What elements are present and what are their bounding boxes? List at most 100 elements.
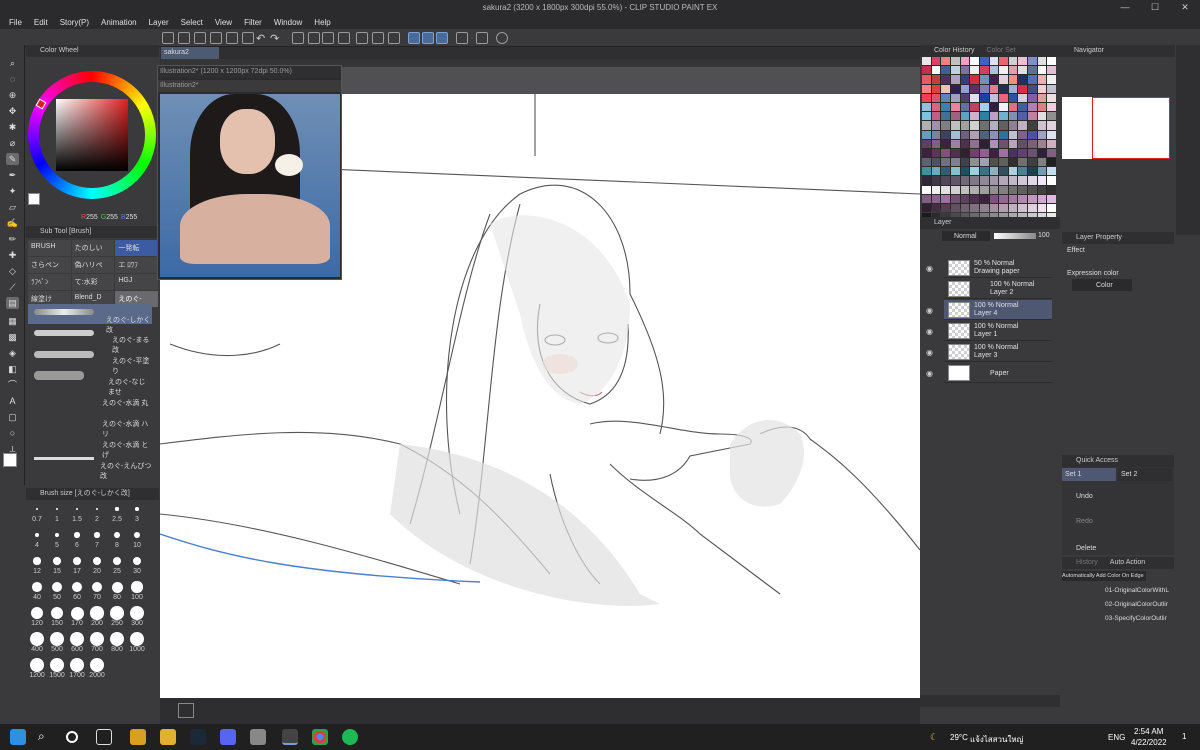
color-swatch[interactable] [1018, 148, 1028, 158]
color-swatch[interactable] [931, 130, 941, 139]
color-swatch[interactable] [950, 185, 960, 194]
color-swatch[interactable] [1037, 84, 1047, 93]
brush-icon[interactable]: ✎ [6, 153, 19, 165]
color-swatch[interactable] [1018, 204, 1028, 213]
color-swatch[interactable] [941, 84, 950, 93]
blend-icon[interactable]: ✍ [6, 217, 19, 229]
color-swatch[interactable] [1008, 194, 1018, 203]
color-swatch[interactable] [970, 148, 979, 158]
color-swatch[interactable] [1037, 158, 1047, 167]
color-swatch[interactable] [1047, 75, 1056, 84]
select-icon[interactable]: ⊕ [6, 89, 19, 101]
color-swatch[interactable] [989, 66, 999, 75]
menu-story[interactable]: Story(P) [60, 18, 89, 27]
color-swatch[interactable] [970, 102, 979, 112]
color-swatch[interactable] [979, 93, 989, 102]
color-swatch[interactable] [950, 57, 960, 66]
color-swatch[interactable] [1028, 176, 1037, 185]
tab-tanoshii[interactable]: たのしい [71, 240, 115, 256]
color-swatch[interactable] [979, 204, 989, 213]
color-swatch[interactable] [999, 84, 1008, 93]
color-swatch[interactable] [970, 112, 979, 121]
color-swatch[interactable] [941, 158, 950, 167]
airbrush-icon[interactable]: ✦ [6, 185, 19, 197]
eye-icon[interactable]: ◉ [926, 264, 936, 273]
action-item[interactable]: 02-OriginalColorOutlir [1105, 601, 1168, 608]
layer-row[interactable]: Paper [944, 363, 1052, 383]
color-swatch[interactable] [960, 176, 970, 185]
brush-size-dot[interactable] [110, 632, 124, 646]
tab-sarapen[interactable]: さらペン [28, 257, 71, 273]
color-swatch[interactable] [950, 93, 960, 102]
color-swatch[interactable] [941, 112, 950, 121]
pen-icon[interactable]: ✒ [6, 169, 19, 181]
color-swatch[interactable] [922, 194, 931, 203]
brush-size-dot[interactable] [36, 508, 38, 510]
fit-icon[interactable] [178, 703, 194, 718]
color-swatch[interactable] [1037, 194, 1047, 203]
undo-item[interactable]: Undo [1076, 493, 1093, 500]
color-swatch[interactable] [989, 75, 999, 84]
color-swatch[interactable] [1018, 121, 1028, 130]
color-swatch[interactable] [931, 139, 941, 148]
color-swatch[interactable] [950, 167, 960, 176]
color-swatch[interactable] [941, 57, 950, 66]
color-swatch[interactable] [950, 139, 960, 148]
color-swatch[interactable] [989, 130, 999, 139]
open-file-icon[interactable] [178, 32, 190, 44]
color-swatch[interactable] [999, 139, 1008, 148]
brush-size-dot[interactable] [70, 658, 84, 672]
steam-icon[interactable] [190, 729, 206, 745]
color-swatch[interactable] [979, 130, 989, 139]
color-swatch[interactable] [1028, 194, 1037, 203]
color-swatch[interactable] [922, 102, 931, 112]
color-swatch[interactable] [989, 158, 999, 167]
color-swatch[interactable] [999, 194, 1008, 203]
color-swatch[interactable] [1008, 112, 1018, 121]
color-swatch[interactable] [1028, 93, 1037, 102]
color-swatch[interactable] [1018, 75, 1028, 84]
color-swatch[interactable] [941, 176, 950, 185]
delete-item[interactable]: Delete [1076, 545, 1096, 552]
color-swatch[interactable] [1018, 102, 1028, 112]
color-swatch[interactable] [989, 194, 999, 203]
color-swatch[interactable] [950, 112, 960, 121]
brush-size-dot[interactable] [70, 632, 84, 646]
brush-size-dot[interactable] [30, 658, 44, 672]
brush-size-dot[interactable] [30, 632, 44, 646]
fill-bucket-icon[interactable]: ◈ [6, 347, 19, 359]
color-swatch[interactable] [979, 112, 989, 121]
color-swatch[interactable] [1037, 139, 1047, 148]
color-swatch[interactable] [950, 102, 960, 112]
color-swatch[interactable] [1047, 112, 1056, 121]
main-color-swatch[interactable] [3, 453, 17, 467]
color-swatch[interactable] [979, 75, 989, 84]
color-swatch[interactable] [1047, 130, 1056, 139]
color-swatch[interactable] [1028, 139, 1037, 148]
color-swatch[interactable] [960, 185, 970, 194]
color-swatch[interactable] [1037, 57, 1047, 66]
color-swatch[interactable] [941, 130, 950, 139]
file-explorer-icon[interactable] [160, 729, 176, 745]
color-swatch[interactable] [931, 176, 941, 185]
color-swatch[interactable] [931, 121, 941, 130]
color-swatch[interactable] [941, 167, 950, 176]
pinned-app-icon[interactable] [130, 729, 146, 745]
brush-size-dot[interactable] [135, 507, 139, 511]
color-swatch[interactable] [989, 167, 999, 176]
color-swatch[interactable] [1018, 185, 1028, 194]
color-swatch[interactable] [950, 194, 960, 203]
color-swatch[interactable] [970, 204, 979, 213]
curve-icon[interactable]: ⌒ [6, 379, 19, 391]
color-swatch[interactable] [999, 121, 1008, 130]
color-swatch[interactable] [999, 66, 1008, 75]
color-swatch[interactable] [931, 93, 941, 102]
color-swatch[interactable] [1028, 66, 1037, 75]
brush-size-dot[interactable] [133, 531, 141, 539]
color-swatch[interactable] [922, 75, 931, 84]
color-swatch[interactable] [941, 102, 950, 112]
color-swatch[interactable] [1008, 121, 1018, 130]
smudge-icon[interactable]: ◇ [6, 265, 19, 277]
cortana-icon[interactable] [66, 731, 78, 743]
clock-time[interactable]: 2:54 AM [1134, 727, 1163, 736]
